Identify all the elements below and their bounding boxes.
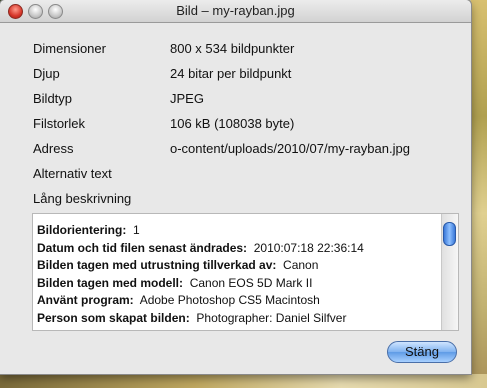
address-value[interactable]: o-content/uploads/2010/07/my-rayban.jpg (170, 141, 448, 156)
background-photo-bottom (0, 374, 487, 388)
property-label: Filstorlek (33, 116, 86, 131)
metadata-key: Använt program: (37, 293, 134, 307)
property-label: Alternativ text (33, 166, 112, 181)
metadata-line: Bilden tagen med utrustning tillverkad a… (37, 257, 438, 275)
property-row-address: Adress o-content/uploads/2010/07/my-rayb… (33, 136, 463, 161)
property-label: Dimensioner (33, 41, 106, 56)
metadata-value: 1 (133, 223, 140, 237)
scrollbar-thumb[interactable] (443, 222, 456, 246)
title-bar[interactable]: Bild – my-rayban.jpg (0, 0, 471, 23)
metadata-key: Bilden tagen med utrustning tillverkad a… (37, 258, 277, 272)
metadata-value: Canon EOS 5D Mark II (189, 275, 313, 290)
metadata-line: Datum och tid filen senast ändrades: 201… (37, 240, 438, 258)
metadata-key: Datum och tid filen senast ändrades: (37, 240, 248, 255)
property-row-image-type: Bildtyp JPEG (33, 86, 463, 111)
property-label: Lång beskrivning (33, 191, 132, 206)
metadata-key: Bilden tagen med modell: (37, 275, 184, 290)
property-row-depth: Djup 24 bitar per bildpunkt (33, 61, 463, 86)
metadata-details-box[interactable]: Bildorientering: 1 Datum och tid filen s… (32, 213, 459, 331)
property-label: Adress (33, 141, 74, 156)
property-row-file-size: Filstorlek 106 kB (108038 byte) (33, 111, 463, 136)
metadata-key: Person som skapat bilden: (37, 310, 190, 325)
vertical-scrollbar[interactable] (441, 214, 458, 330)
property-row-alt-text: Alternativ text (33, 161, 463, 186)
property-label: Djup (33, 66, 60, 81)
property-value: 800 x 534 bildpunkter (170, 41, 295, 56)
image-info-window: Bild – my-rayban.jpg Dimensioner 800 x 5… (0, 0, 471, 374)
metadata-line: Bilden tagen med modell: Canon EOS 5D Ma… (37, 275, 438, 293)
metadata-line: Bildorientering: 1 (37, 222, 438, 240)
metadata-key: Bildorientering: (37, 223, 127, 237)
background-photo-right (471, 0, 487, 388)
address-text: o-content/uploads/2010/07/my-rayban.jpg (170, 141, 410, 156)
metadata-list: Bildorientering: 1 Datum och tid filen s… (37, 222, 438, 327)
property-value: 24 bitar per bildpunkt (170, 66, 292, 81)
properties-list: Dimensioner 800 x 534 bildpunkter Djup 2… (33, 36, 463, 211)
property-value: JPEG (170, 91, 204, 106)
close-button[interactable]: Stäng (387, 341, 457, 363)
metadata-value: Canon (283, 258, 319, 272)
metadata-value: Adobe Photoshop CS5 Macintosh (139, 293, 320, 307)
metadata-line: Person som skapat bilden: Photographer: … (37, 310, 438, 328)
metadata-value: 2010:07:18 22:36:14 (253, 240, 364, 255)
window-title: Bild – my-rayban.jpg (176, 3, 295, 18)
property-row-dimensions: Dimensioner 800 x 534 bildpunkter (33, 36, 463, 61)
metadata-value: Photographer: Daniel Silfver (196, 310, 347, 325)
metadata-line: Använt program: Adobe Photoshop CS5 Maci… (37, 292, 438, 310)
property-label: Bildtyp (33, 91, 73, 106)
property-value: 106 kB (108038 byte) (170, 116, 295, 131)
property-row-long-description: Lång beskrivning (33, 186, 463, 211)
